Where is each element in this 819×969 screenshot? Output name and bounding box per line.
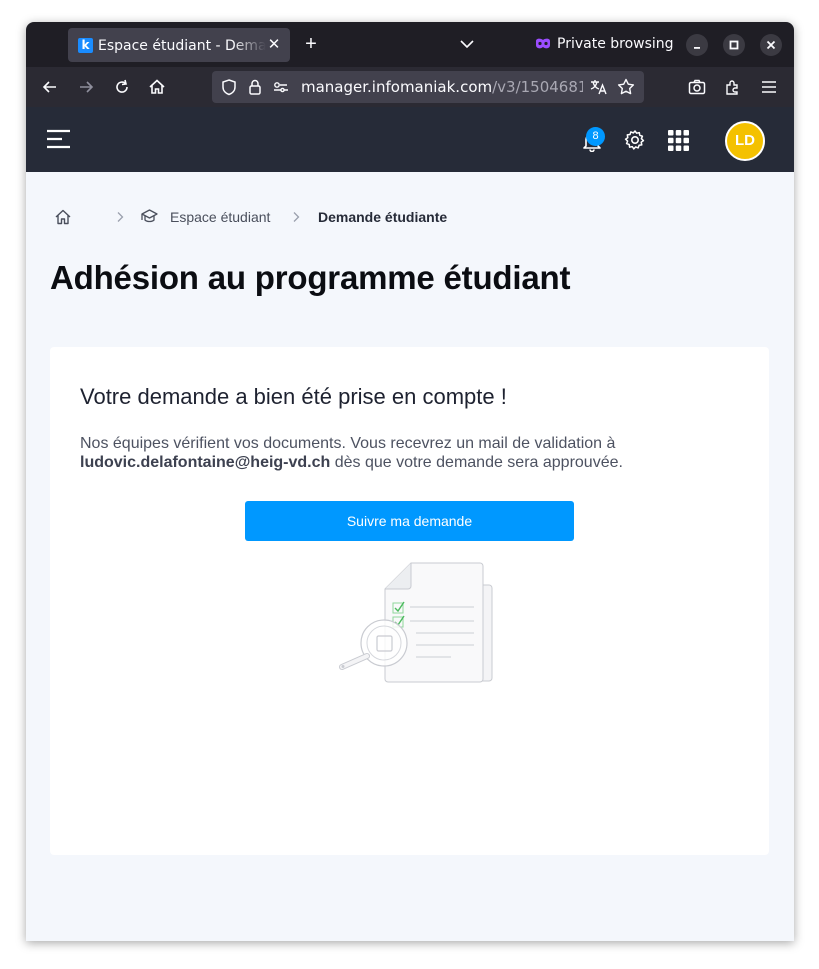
shield-icon[interactable] (220, 78, 238, 96)
close-icon (766, 40, 776, 50)
url-host: manager.infomaniak.com (301, 78, 493, 96)
lock-icon[interactable] (246, 78, 264, 96)
card-description: Nos équipes vérifient vos documents. Vou… (80, 435, 623, 471)
tab-bar: k Espace étudiant - Demande étudiante ✕ … (26, 22, 794, 67)
url-bar[interactable]: manager.infomaniak.com/v3/1504681/ng/stu… (212, 71, 644, 103)
permissions-icon[interactable] (272, 78, 290, 96)
confirmation-card: Votre demande a bien été prise en compte… (50, 347, 769, 855)
tab-espace-etudiant[interactable]: k Espace étudiant - Demande étudiante ✕ (68, 28, 290, 62)
minimize-icon (694, 47, 700, 49)
extensions-icon[interactable] (723, 77, 743, 97)
private-browsing-label: Private browsing (557, 36, 674, 52)
private-mask-icon (536, 38, 550, 49)
browser-window: k Espace étudiant - Demande étudiante ✕ … (26, 22, 794, 941)
maximize-icon (729, 40, 739, 50)
list-tabs-button[interactable] (456, 33, 478, 55)
infomaniak-favicon-icon: k (78, 38, 93, 53)
email-address: ludovic.delafontaine@heig-vd.ch (80, 454, 331, 471)
hamburger-menu-icon[interactable] (46, 129, 71, 149)
home-icon[interactable] (147, 77, 167, 97)
chevron-right-icon (293, 212, 300, 222)
navigation-bar: manager.infomaniak.com/v3/1504681/ng/stu… (26, 67, 794, 107)
breadcrumb-current: Demande étudiante (318, 209, 448, 225)
document-review-illustration (339, 562, 493, 683)
app-header: 8 LD (26, 107, 794, 172)
breadcrumb: Espace étudiant Demande étudiante (54, 207, 554, 227)
page-title: Adhésion au programme étudiant (50, 259, 571, 296)
home-icon[interactable] (54, 208, 72, 226)
chevron-right-icon (117, 212, 124, 222)
maximize-button[interactable] (723, 34, 745, 56)
url-text[interactable]: manager.infomaniak.com/v3/1504681/ng/stu… (301, 78, 583, 96)
apps-grid-icon[interactable] (668, 130, 689, 151)
close-window-button[interactable] (760, 34, 782, 56)
card-title: Votre demande a bien été prise en compte… (80, 384, 507, 409)
back-icon[interactable] (40, 77, 60, 97)
tab-title: Espace étudiant - Demande étudiante (98, 38, 266, 54)
translate-icon[interactable] (589, 77, 609, 97)
reload-icon[interactable] (112, 77, 132, 97)
url-path: /v3/1504681/ng/student (492, 78, 583, 96)
forward-icon[interactable] (76, 77, 96, 97)
gear-icon[interactable] (624, 129, 646, 151)
breadcrumb-link-espace-etudiant[interactable]: Espace étudiant (170, 209, 270, 225)
new-tab-button[interactable]: + (300, 32, 322, 56)
notification-badge: 8 (586, 127, 605, 146)
chevron-down-icon (460, 40, 474, 49)
bookmark-star-icon[interactable] (616, 77, 636, 97)
track-request-button[interactable]: Suivre ma demande (245, 501, 574, 541)
minimize-button[interactable] (686, 34, 708, 56)
graduation-cap-icon (141, 209, 158, 223)
screenshot-icon[interactable] (687, 77, 707, 97)
tab-close-icon[interactable]: ✕ (266, 36, 282, 54)
user-avatar[interactable]: LD (725, 121, 765, 161)
menu-icon[interactable] (759, 77, 779, 97)
